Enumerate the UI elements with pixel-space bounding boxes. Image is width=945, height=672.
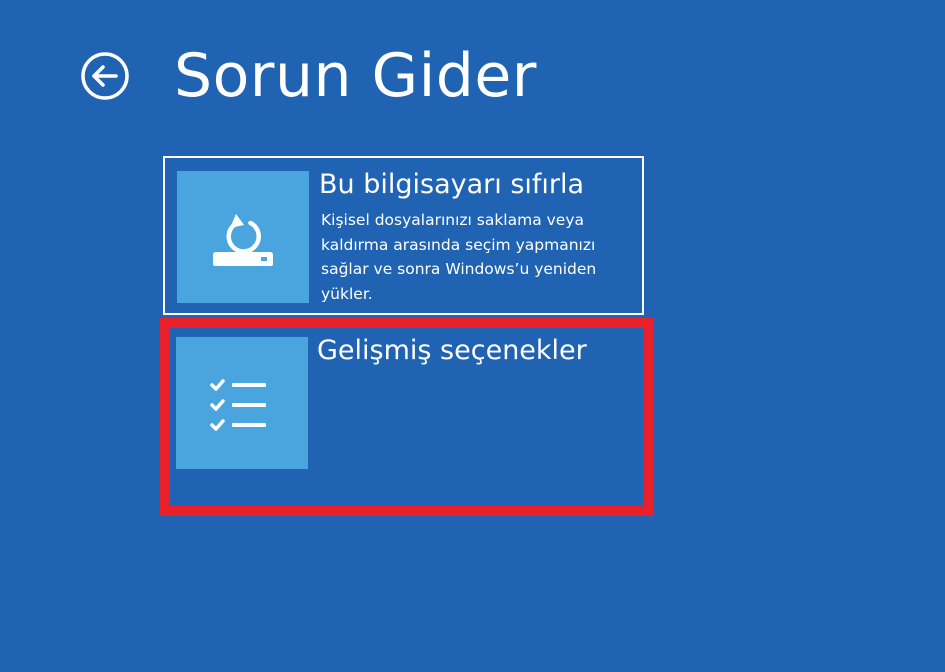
advanced-options-icon-tile	[176, 337, 308, 469]
reset-pc-icon	[213, 214, 273, 266]
advanced-options-option[interactable]: Gelişmiş seçenekler	[163, 324, 644, 483]
back-button[interactable]	[79, 50, 131, 102]
page-title: Sorun Gider	[174, 41, 537, 111]
reset-pc-title: Bu bilgisayarı sıfırla	[319, 169, 585, 200]
reset-pc-icon-tile	[177, 171, 309, 303]
reset-pc-description: Kişisel dosyalarınızı saklama veya kaldı…	[321, 211, 597, 303]
reset-pc-option[interactable]: Bu bilgisayarı sıfırla Kişisel dosyaları…	[163, 156, 644, 315]
checklist-icon	[210, 379, 266, 431]
back-arrow-icon	[81, 52, 129, 100]
advanced-options-title: Gelişmiş seçenekler	[317, 335, 587, 366]
